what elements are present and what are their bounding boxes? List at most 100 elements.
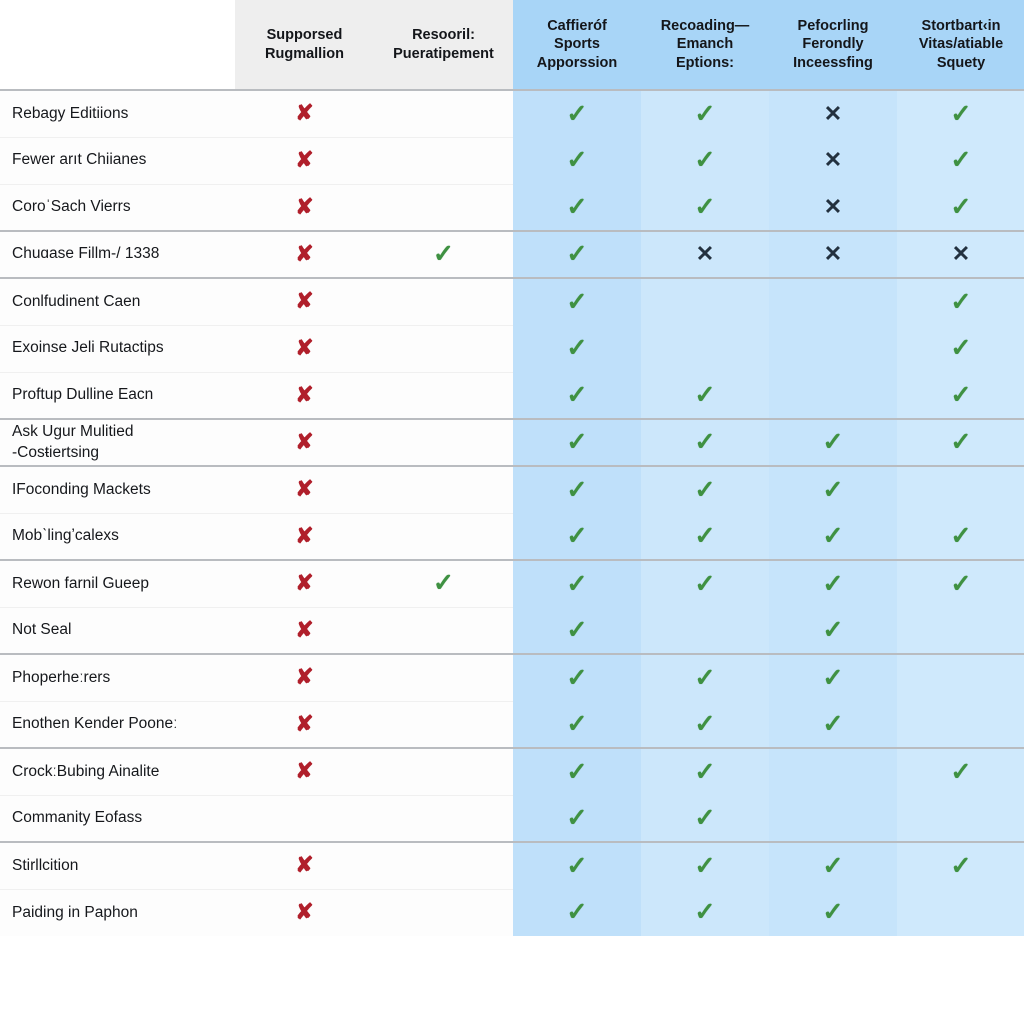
cell-col6-check[interactable]: ✓ — [897, 137, 1024, 184]
cell-col1-x_red[interactable]: ✘ — [235, 418, 374, 466]
column-header-col3[interactable]: Caffieróf Sports Apporssion — [513, 0, 641, 91]
column-header-col6[interactable]: Stortbart‹in Vitas/atiable Squety — [897, 0, 1024, 91]
cell-col3-check[interactable]: ✓ — [513, 607, 641, 654]
cell-col4-check[interactable]: ✓ — [641, 889, 769, 936]
cell-col6-check[interactable]: ✓ — [897, 747, 1024, 795]
cell-col3-check[interactable]: ✓ — [513, 513, 641, 560]
cell-col1-x_red[interactable]: ✘ — [235, 371, 374, 419]
cell-col2-blank[interactable] — [374, 700, 513, 748]
cell-col6-check[interactable]: ✓ — [897, 89, 1024, 137]
cell-col6-check[interactable]: ✓ — [897, 277, 1024, 325]
cell-col1-blank[interactable] — [235, 794, 374, 842]
cell-col1-x_red[interactable]: ✘ — [235, 277, 374, 325]
cell-col1-x_red[interactable]: ✘ — [235, 700, 374, 748]
cell-col6-blank[interactable] — [897, 701, 1024, 748]
cell-col2-blank[interactable] — [374, 841, 513, 889]
cell-col2-blank[interactable] — [374, 183, 513, 231]
cell-col4-check[interactable]: ✓ — [641, 747, 769, 795]
cell-col4-check[interactable]: ✓ — [641, 653, 769, 701]
cell-col2-check[interactable]: ✓ — [374, 230, 513, 278]
cell-col3-check[interactable]: ✓ — [513, 795, 641, 842]
cell-col2-blank[interactable] — [374, 888, 513, 936]
cell-col3-check[interactable]: ✓ — [513, 137, 641, 184]
cell-col1-x_red[interactable]: ✘ — [235, 183, 374, 231]
cell-col1-x_red[interactable]: ✘ — [235, 512, 374, 560]
cell-col5-blank[interactable] — [769, 277, 897, 325]
cell-col4-check[interactable]: ✓ — [641, 418, 769, 466]
cell-col3-check[interactable]: ✓ — [513, 747, 641, 795]
cell-col6-check[interactable]: ✓ — [897, 325, 1024, 372]
cell-col5-x_dark[interactable]: ✕ — [769, 184, 897, 231]
cell-col4-blank[interactable] — [641, 607, 769, 654]
cell-col5-check[interactable]: ✓ — [769, 889, 897, 936]
cell-col1-x_red[interactable]: ✘ — [235, 653, 374, 701]
cell-col6-check[interactable]: ✓ — [897, 184, 1024, 231]
cell-col5-check[interactable]: ✓ — [769, 653, 897, 701]
cell-col1-x_red[interactable]: ✘ — [235, 89, 374, 137]
cell-col6-x_dark[interactable]: ✕ — [897, 230, 1024, 278]
cell-col2-blank[interactable] — [374, 794, 513, 842]
cell-col2-blank[interactable] — [374, 653, 513, 701]
cell-col6-check[interactable]: ✓ — [897, 513, 1024, 560]
cell-col6-check[interactable]: ✓ — [897, 559, 1024, 607]
cell-col2-blank[interactable] — [374, 277, 513, 325]
cell-col2-blank[interactable] — [374, 136, 513, 184]
cell-col6-blank[interactable] — [897, 795, 1024, 842]
cell-col1-x_red[interactable]: ✘ — [235, 230, 374, 278]
cell-col5-check[interactable]: ✓ — [769, 841, 897, 889]
cell-col1-x_red[interactable]: ✘ — [235, 888, 374, 936]
cell-col4-x_dark[interactable]: ✕ — [641, 230, 769, 278]
cell-col4-check[interactable]: ✓ — [641, 559, 769, 607]
column-header-col1[interactable]: Supporsed Rugmallion — [235, 0, 374, 91]
column-header-col4[interactable]: Recoading— Emanch Eptions: — [641, 0, 769, 91]
cell-col1-x_red[interactable]: ✘ — [235, 606, 374, 654]
cell-col2-blank[interactable] — [374, 465, 513, 513]
cell-col4-check[interactable]: ✓ — [641, 372, 769, 419]
column-header-col2[interactable]: Resooril: Pueratipement — [374, 0, 513, 91]
cell-col4-blank[interactable] — [641, 277, 769, 325]
cell-col6-blank[interactable] — [897, 607, 1024, 654]
cell-col1-x_red[interactable]: ✘ — [235, 841, 374, 889]
cell-col5-check[interactable]: ✓ — [769, 701, 897, 748]
cell-col3-check[interactable]: ✓ — [513, 653, 641, 701]
cell-col6-blank[interactable] — [897, 889, 1024, 936]
cell-col5-check[interactable]: ✓ — [769, 559, 897, 607]
cell-col3-check[interactable]: ✓ — [513, 184, 641, 231]
cell-col2-blank[interactable] — [374, 606, 513, 654]
cell-col1-x_red[interactable]: ✘ — [235, 136, 374, 184]
cell-col1-x_red[interactable]: ✘ — [235, 465, 374, 513]
cell-col2-blank[interactable] — [374, 371, 513, 419]
cell-col1-x_red[interactable]: ✘ — [235, 559, 374, 607]
column-header-col5[interactable]: Pefocrling Ferondly Inceessfing — [769, 0, 897, 91]
cell-col4-check[interactable]: ✓ — [641, 701, 769, 748]
cell-col4-check[interactable]: ✓ — [641, 513, 769, 560]
cell-col2-blank[interactable] — [374, 324, 513, 372]
cell-col6-blank[interactable] — [897, 653, 1024, 701]
cell-col4-blank[interactable] — [641, 325, 769, 372]
cell-col5-blank[interactable] — [769, 325, 897, 372]
cell-col5-check[interactable]: ✓ — [769, 513, 897, 560]
cell-col5-x_dark[interactable]: ✕ — [769, 89, 897, 137]
cell-col4-check[interactable]: ✓ — [641, 137, 769, 184]
cell-col5-check[interactable]: ✓ — [769, 418, 897, 466]
cell-col4-check[interactable]: ✓ — [641, 89, 769, 137]
cell-col3-check[interactable]: ✓ — [513, 841, 641, 889]
cell-col3-check[interactable]: ✓ — [513, 89, 641, 137]
cell-col6-blank[interactable] — [897, 465, 1024, 513]
cell-col3-check[interactable]: ✓ — [513, 277, 641, 325]
cell-col2-blank[interactable] — [374, 512, 513, 560]
cell-col2-blank[interactable] — [374, 747, 513, 795]
cell-col3-check[interactable]: ✓ — [513, 325, 641, 372]
cell-col3-check[interactable]: ✓ — [513, 372, 641, 419]
cell-col6-check[interactable]: ✓ — [897, 418, 1024, 466]
cell-col6-check[interactable]: ✓ — [897, 841, 1024, 889]
cell-col3-check[interactable]: ✓ — [513, 559, 641, 607]
cell-col4-check[interactable]: ✓ — [641, 841, 769, 889]
cell-col3-check[interactable]: ✓ — [513, 889, 641, 936]
cell-col2-blank[interactable] — [374, 89, 513, 137]
cell-col1-x_red[interactable]: ✘ — [235, 324, 374, 372]
cell-col5-check[interactable]: ✓ — [769, 607, 897, 654]
cell-col4-check[interactable]: ✓ — [641, 795, 769, 842]
cell-col3-check[interactable]: ✓ — [513, 418, 641, 466]
cell-col1-x_red[interactable]: ✘ — [235, 747, 374, 795]
